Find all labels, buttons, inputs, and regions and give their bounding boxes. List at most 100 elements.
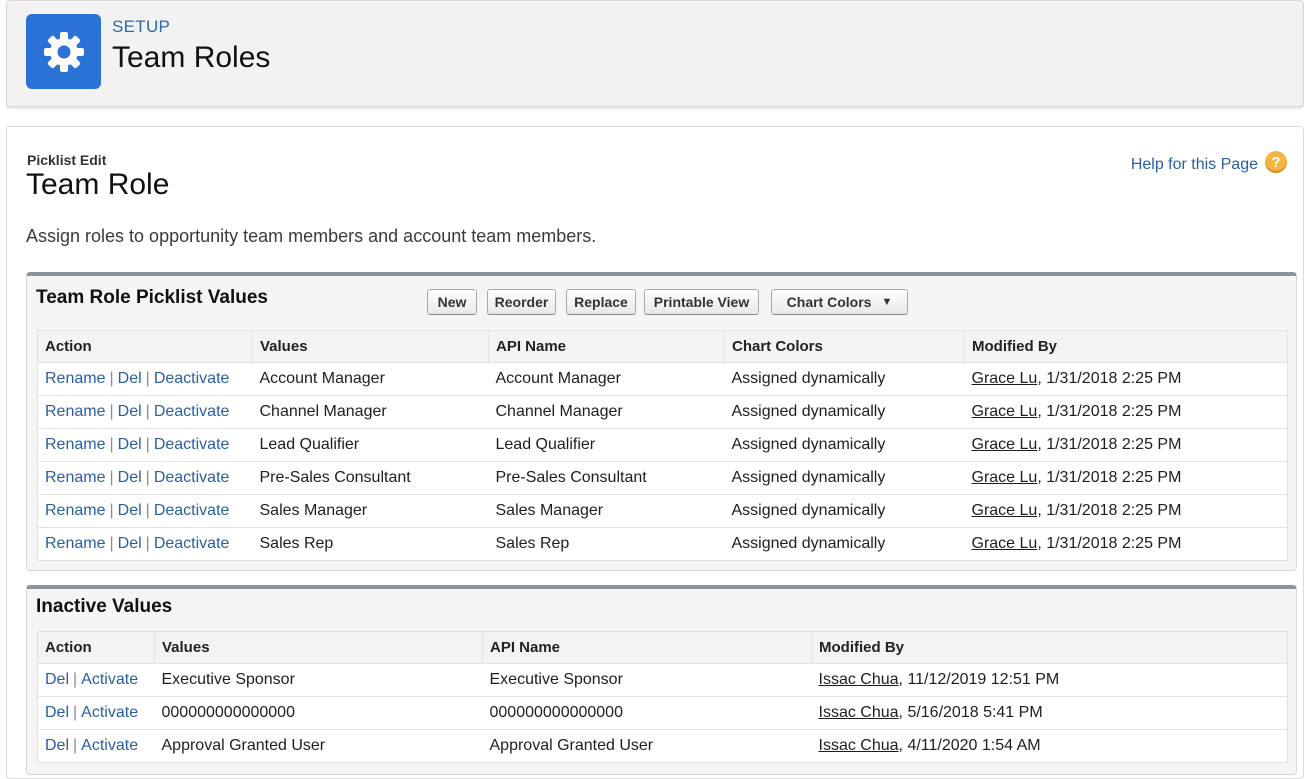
column-header-values: Values: [252, 330, 489, 363]
deactivate-link[interactable]: Deactivate: [154, 502, 230, 519]
del-link[interactable]: Del: [118, 370, 142, 387]
help-icon[interactable]: ?: [1265, 151, 1287, 173]
value-cell: Approval Granted User: [154, 729, 483, 763]
modified-by-cell: Grace Lu, 1/31/2018 2:25 PM: [964, 494, 1288, 528]
separator: |: [145, 403, 150, 420]
column-header-api-name: API Name: [482, 631, 812, 664]
del-link[interactable]: Del: [118, 403, 142, 420]
modified-date: , 1/31/2018 2:25 PM: [1037, 370, 1182, 387]
deactivate-link[interactable]: Deactivate: [154, 469, 230, 486]
user-link[interactable]: Grace Lu: [972, 502, 1038, 519]
rename-link[interactable]: Rename: [45, 535, 105, 552]
modified-date: , 1/31/2018 2:25 PM: [1037, 403, 1182, 420]
printable-view-button[interactable]: Printable View: [644, 289, 759, 315]
api-name-cell: Approval Granted User: [482, 729, 812, 763]
new-button[interactable]: New: [427, 289, 477, 315]
page-description: Assign roles to opportunity team members…: [26, 226, 597, 246]
column-header-api-name: API Name: [488, 330, 725, 363]
user-link[interactable]: Issac Chua: [819, 671, 899, 688]
del-link[interactable]: Del: [118, 436, 142, 453]
user-link[interactable]: Grace Lu: [972, 403, 1038, 420]
separator: |: [73, 704, 78, 721]
active-values-table: Action Values API Name Chart Colors Modi…: [37, 330, 1288, 561]
value-cell: Pre-Sales Consultant: [252, 461, 489, 495]
deactivate-link[interactable]: Deactivate: [154, 436, 230, 453]
del-link[interactable]: Del: [45, 737, 69, 754]
user-link[interactable]: Grace Lu: [972, 535, 1038, 552]
section-title: Team Role Picklist Values: [36, 287, 268, 308]
api-name-cell: Pre-Sales Consultant: [488, 461, 725, 495]
separator: |: [109, 535, 114, 552]
column-header-modified-by: Modified By: [811, 631, 1288, 664]
deactivate-link[interactable]: Deactivate: [154, 403, 230, 420]
user-link[interactable]: Grace Lu: [972, 469, 1038, 486]
modified-date: , 4/11/2020 1:54 AM: [898, 737, 1041, 754]
value-cell: Lead Qualifier: [252, 428, 489, 462]
main-content: Picklist Edit Team Role Help for this Pa…: [6, 126, 1304, 779]
modified-date: , 1/31/2018 2:25 PM: [1037, 436, 1182, 453]
chart-color-cell: Assigned dynamically: [724, 461, 965, 495]
user-link[interactable]: Issac Chua: [819, 704, 899, 721]
separator: |: [109, 436, 114, 453]
rename-link[interactable]: Rename: [45, 403, 105, 420]
action-cell: Rename | Del | Deactivate: [37, 527, 253, 561]
rename-link[interactable]: Rename: [45, 502, 105, 519]
modified-date: , 1/31/2018 2:25 PM: [1037, 469, 1182, 486]
api-name-cell: Channel Manager: [488, 395, 725, 429]
del-link[interactable]: Del: [45, 704, 69, 721]
action-cell: Rename | Del | Deactivate: [37, 428, 253, 462]
value-cell: 000000000000000: [154, 696, 483, 730]
api-name-cell: 000000000000000: [482, 696, 812, 730]
column-header-values: Values: [154, 631, 483, 664]
separator: |: [73, 737, 78, 754]
chart-colors-button[interactable]: Chart Colors ▼: [771, 289, 908, 315]
modified-by-cell: Grace Lu, 1/31/2018 2:25 PM: [964, 395, 1288, 429]
rename-link[interactable]: Rename: [45, 436, 105, 453]
section-title: Inactive Values: [36, 596, 173, 617]
table-row: Del | Activate 000000000000000 00000000000…: [37, 696, 1288, 730]
modified-by-cell: Grace Lu, 1/31/2018 2:25 PM: [964, 362, 1288, 396]
action-cell: Rename | Del | Deactivate: [37, 494, 253, 528]
inactive-values-section: Inactive Values Action Values API Name M…: [26, 585, 1297, 775]
separator: |: [145, 370, 150, 387]
modified-date: , 1/31/2018 2:25 PM: [1037, 535, 1182, 552]
separator: |: [145, 535, 150, 552]
modified-by-cell: Grace Lu, 1/31/2018 2:25 PM: [964, 461, 1288, 495]
picklist-title: Team Role: [26, 168, 170, 201]
api-name-cell: Account Manager: [488, 362, 725, 396]
chevron-down-icon: ▼: [881, 296, 893, 308]
user-link[interactable]: Grace Lu: [972, 370, 1038, 387]
separator: |: [109, 469, 114, 486]
page-title: Team Roles: [112, 41, 271, 74]
help-link[interactable]: Help for this Page: [1131, 156, 1258, 174]
activate-link[interactable]: Activate: [81, 737, 138, 754]
table-row: Del | Activate Executive Sponsor Executive…: [37, 663, 1288, 697]
activate-link[interactable]: Activate: [81, 704, 138, 721]
action-cell: Rename | Del | Deactivate: [37, 395, 253, 429]
del-link[interactable]: Del: [118, 535, 142, 552]
replace-button[interactable]: Replace: [566, 289, 636, 315]
table-header-row: Action Values API Name Modified By: [37, 631, 1288, 664]
activate-link[interactable]: Activate: [81, 671, 138, 688]
table-row: Rename | Del | Deactivate Lead Qualifier Lea…: [37, 428, 1288, 462]
rename-link[interactable]: Rename: [45, 469, 105, 486]
table-header-row: Action Values API Name Chart Colors Modi…: [37, 330, 1288, 363]
del-link[interactable]: Del: [118, 469, 142, 486]
reorder-button[interactable]: Reorder: [487, 289, 556, 315]
modified-date: , 1/31/2018 2:25 PM: [1037, 502, 1182, 519]
separator: |: [145, 436, 150, 453]
chart-colors-label: Chart Colors: [786, 294, 872, 310]
deactivate-link[interactable]: Deactivate: [154, 370, 230, 387]
value-cell: Sales Rep: [252, 527, 489, 561]
user-link[interactable]: Grace Lu: [972, 436, 1038, 453]
table-row: Rename | Del | Deactivate Channel Manager Ch…: [37, 395, 1288, 429]
value-cell: Sales Manager: [252, 494, 489, 528]
del-link[interactable]: Del: [118, 502, 142, 519]
value-cell: Channel Manager: [252, 395, 489, 429]
deactivate-link[interactable]: Deactivate: [154, 535, 230, 552]
rename-link[interactable]: Rename: [45, 370, 105, 387]
del-link[interactable]: Del: [45, 671, 69, 688]
user-link[interactable]: Issac Chua: [819, 737, 899, 754]
modified-by-cell: Issac Chua, 5/16/2018 5:41 PM: [811, 696, 1288, 730]
column-header-action: Action: [37, 631, 155, 664]
